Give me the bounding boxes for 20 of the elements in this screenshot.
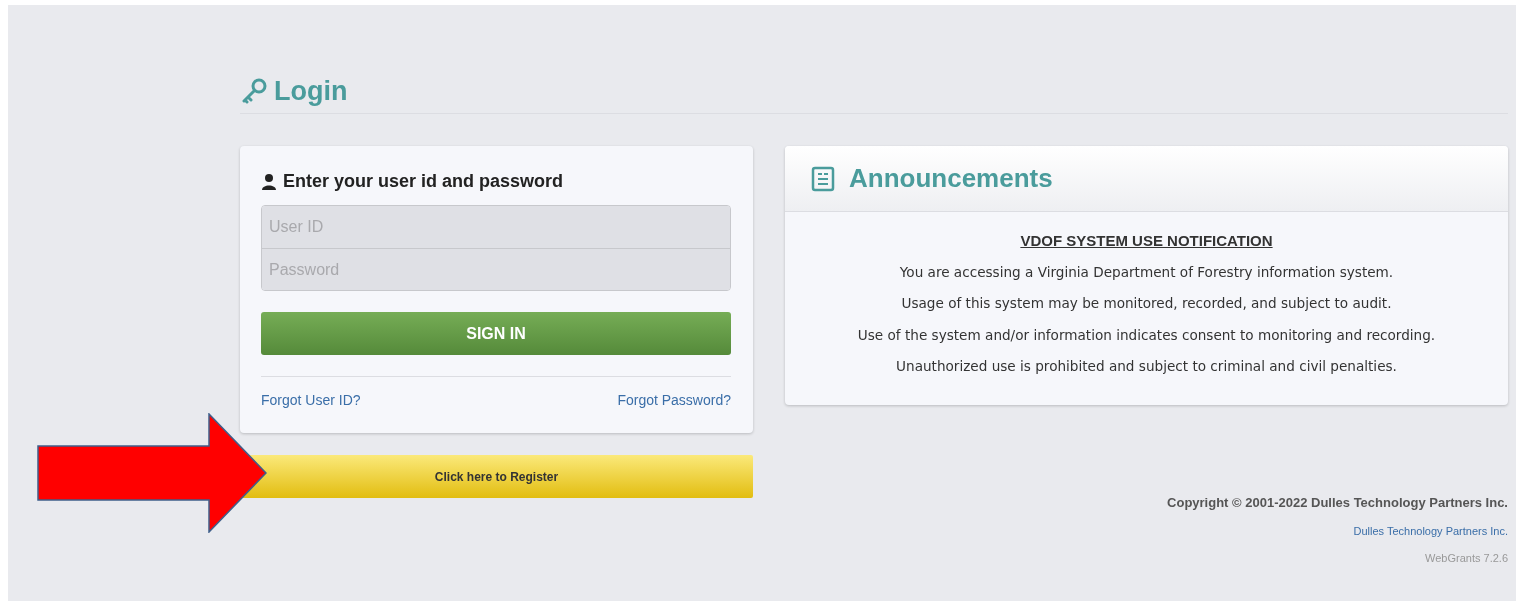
notice-text: Usage of this system may be monitored, recorded, and subject to audit. — [900, 294, 1393, 314]
notice-heading: VDOF SYSTEM USE NOTIFICATION — [1019, 231, 1274, 252]
sign-in-button[interactable]: SIGN IN — [261, 312, 731, 356]
forgot-user-id-link[interactable]: Forgot User ID? — [261, 390, 361, 412]
register-button[interactable]: Click here to Register — [240, 455, 753, 499]
notice-text: Unauthorized use is prohibited and subject to criminal and civil penalties. — [895, 357, 1398, 377]
password-field[interactable]: Password — [262, 248, 730, 291]
form-title: Enter your user id and password — [283, 170, 564, 194]
document-icon — [811, 165, 835, 192]
announcements-title: Announcements — [849, 162, 1053, 196]
forgot-password-link[interactable]: Forgot Password? — [617, 390, 731, 412]
notice-text: You are accessing a Virginia Department of Forestry information system. — [898, 262, 1395, 282]
company-link[interactable]: Dulles Technology Partners Inc. — [1353, 522, 1508, 540]
page-title: Login — [274, 75, 348, 108]
notice-text: Use of the system and/or information indicates consent to monitoring and recording. — [856, 325, 1437, 345]
user-id-field[interactable]: User ID — [262, 206, 730, 249]
user-icon — [261, 173, 277, 191]
copyright-text: Copyright © 2001-2022 Dulles Technology Partners Inc. — [1166, 494, 1508, 513]
version-text: WebGrants 7.2.6 — [1424, 550, 1508, 566]
key-icon — [240, 77, 268, 106]
